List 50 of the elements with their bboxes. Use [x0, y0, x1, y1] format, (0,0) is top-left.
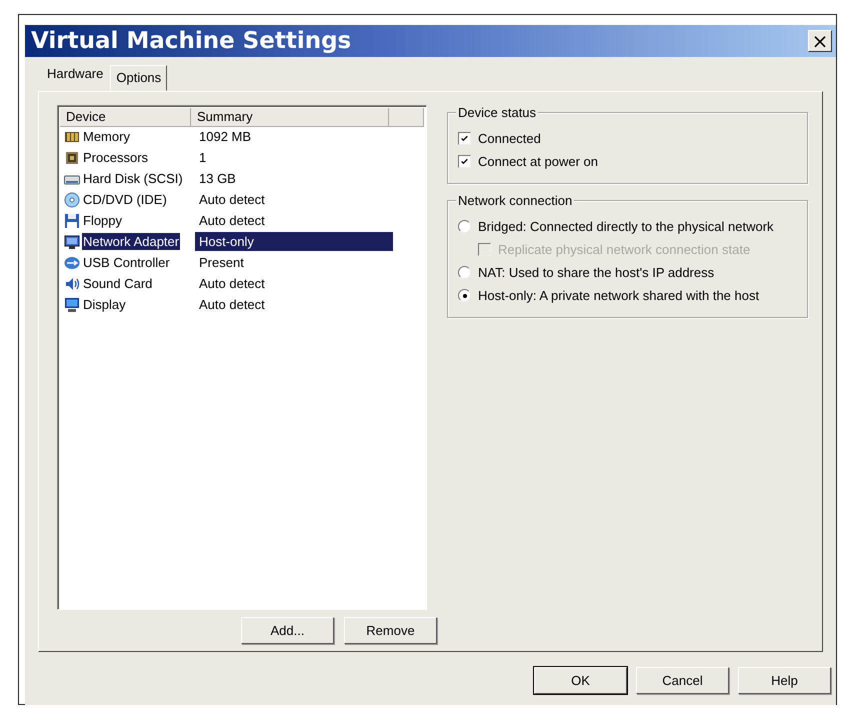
network-card-icon [64, 234, 80, 250]
monitor-icon [64, 296, 80, 312]
checkbox[interactable] [458, 132, 471, 145]
device-summary[interactable]: 1 [195, 150, 393, 165]
usb-icon [64, 254, 80, 270]
tab[interactable]: Options [110, 65, 168, 91]
option-label: Host-only: A private network shared with the host [478, 288, 760, 303]
dialog-button[interactable]: Cancel [636, 667, 729, 694]
device-name[interactable]: Display [82, 296, 127, 313]
device-name[interactable]: Floppy [82, 212, 124, 229]
device-summary[interactable]: Host-only [195, 232, 393, 251]
column-header[interactable]: Summary [191, 108, 389, 127]
device-name[interactable]: Processors [82, 149, 150, 166]
device-summary[interactable]: Auto detect [195, 297, 393, 312]
add-button[interactable]: Add... [241, 617, 334, 644]
group-label: Device status [456, 105, 538, 120]
radio-button[interactable] [458, 220, 471, 233]
device-summary[interactable]: 1092 MB [195, 129, 393, 144]
device-name[interactable]: Memory [82, 128, 131, 145]
device-summary[interactable]: Auto detect [195, 192, 393, 207]
processor-chip-icon [64, 150, 80, 166]
radio-button[interactable] [458, 289, 471, 302]
disc-icon [64, 192, 80, 208]
device-summary[interactable]: Auto detect [195, 276, 393, 291]
option-label: Connected [478, 131, 541, 146]
remove-button[interactable]: Remove [344, 617, 437, 644]
dialog-button[interactable]: OK [534, 667, 627, 694]
device-name[interactable]: CD/DVD (IDE) [82, 191, 168, 208]
device-summary[interactable]: Present [195, 255, 393, 270]
option-label: Connect at power on [478, 154, 598, 169]
device-name[interactable]: Sound Card [82, 275, 154, 292]
group-label: Network connection [456, 193, 574, 208]
check-icon [460, 157, 469, 166]
dialog-button[interactable]: Help [738, 667, 831, 694]
header-filler [389, 108, 424, 127]
option-label: Replicate physical network connection state [498, 242, 750, 257]
device-name[interactable]: USB Controller [82, 254, 171, 271]
window-title: Virtual Machine Settings [31, 28, 352, 54]
checkbox[interactable] [458, 155, 471, 168]
device-summary[interactable]: Auto detect [195, 213, 393, 228]
device-summary[interactable]: 13 GB [195, 171, 393, 186]
radio-button[interactable] [458, 266, 471, 279]
device-name[interactable]: Network Adapter [82, 233, 180, 250]
close-button[interactable]: × [808, 30, 832, 52]
option-label: Bridged: Connected directly to the physical network [478, 219, 774, 234]
device-name[interactable]: Hard Disk (SCSI) [82, 170, 184, 187]
check-icon [460, 134, 469, 143]
column-header[interactable]: Device [60, 108, 191, 127]
option-label: NAT: Used to share the host's IP address [478, 265, 714, 280]
speaker-icon [64, 276, 80, 292]
